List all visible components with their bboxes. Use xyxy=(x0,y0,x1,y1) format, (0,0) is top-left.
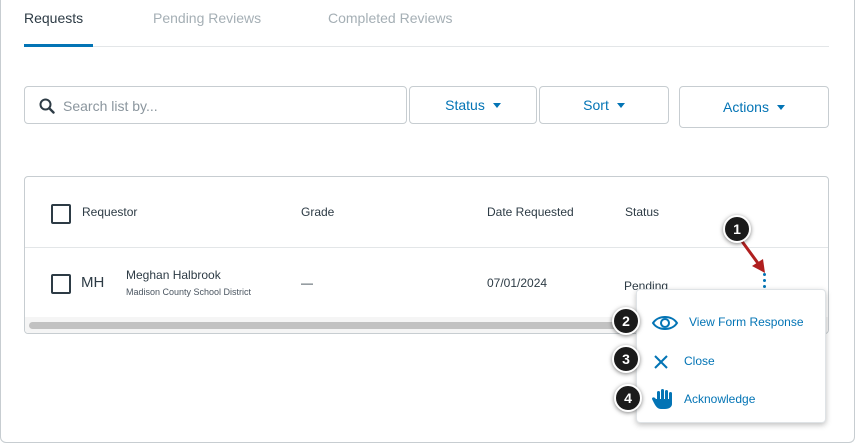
callout-badge: 2 xyxy=(612,307,640,335)
callout-badge: 4 xyxy=(614,384,642,412)
callout-badge: 1 xyxy=(723,215,751,243)
callout-badge: 3 xyxy=(612,345,640,373)
